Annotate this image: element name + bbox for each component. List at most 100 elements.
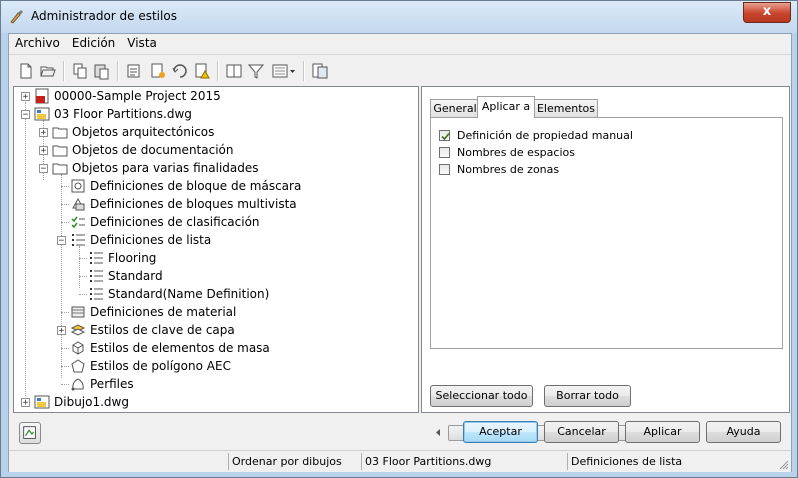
menu-vista[interactable]: Vista [121, 34, 163, 50]
properties-pane: General Aplicar a Elementos Definición d… [421, 86, 790, 441]
checkbox-checked[interactable] [439, 130, 450, 141]
classification-icon [71, 216, 85, 229]
checkbox-unchecked[interactable] [439, 164, 450, 175]
tree-connector [61, 312, 69, 313]
cancel-button[interactable]: Cancelar [544, 421, 619, 443]
style-manager-icon [10, 10, 23, 24]
layer-key-icon [70, 324, 86, 336]
toolbar [9, 54, 791, 85]
new-style-icon[interactable] [149, 62, 167, 80]
edit-style-icon[interactable] [171, 62, 189, 80]
copy-icon[interactable] [71, 62, 89, 80]
project-pdf-icon [35, 88, 49, 104]
purge-icon[interactable] [125, 62, 143, 80]
toolbar-separator [303, 61, 305, 81]
folder-open-icon [52, 163, 68, 175]
expand-icon[interactable]: + [39, 146, 48, 156]
menu-edicion[interactable]: Edición [66, 34, 121, 50]
folder-icon [52, 127, 68, 139]
polygon-icon [71, 359, 85, 373]
status-drawing: 03 Floor Partitions.dwg [361, 453, 565, 470]
tab-elementos[interactable]: Elementos [534, 99, 598, 117]
expand-icon[interactable]: + [57, 326, 66, 336]
close-icon: x [762, 4, 772, 19]
filter-icon[interactable] [247, 62, 265, 80]
client-area: Archivo Edición Vista + 00000-Sample Pro… [8, 33, 792, 472]
list-icon [90, 270, 103, 282]
tree-item-classification-definitions[interactable]: Definiciones de clasificación [14, 213, 414, 231]
collapse-icon[interactable]: − [57, 236, 66, 246]
warning-style-icon[interactable] [193, 62, 211, 80]
tree-connector [79, 276, 87, 277]
open-icon[interactable] [39, 62, 57, 80]
help-button[interactable]: Ayuda [706, 421, 781, 443]
window-title: Administrador de estilos [31, 9, 177, 23]
material-icon [71, 306, 85, 318]
mask-block-icon [71, 179, 85, 193]
collapse-icon[interactable]: − [39, 164, 48, 174]
tree-item-project[interactable]: + 00000-Sample Project 2015 [14, 87, 414, 105]
view-dropdown-icon[interactable] [271, 62, 297, 80]
title-bar[interactable]: Administrador de estilos x [1, 1, 797, 33]
tree-item-standard[interactable]: Standard [14, 267, 414, 285]
ok-button[interactable]: Aceptar [463, 421, 538, 443]
tree-item-floor-partitions[interactable]: − 03 Floor Partitions.dwg [14, 105, 414, 123]
tree-connector [61, 384, 69, 385]
tree-connector [79, 258, 87, 259]
tree-connector [79, 294, 87, 295]
toolbar-separator [217, 61, 219, 81]
tree-item-standard-name-definition[interactable]: Standard(Name Definition) [14, 285, 414, 303]
tree-item-dibujo1[interactable]: + Dibujo1.dwg [14, 393, 414, 411]
new-icon[interactable] [17, 62, 35, 80]
tree-item-multiview-block-definitions[interactable]: Definiciones de bloques multivista [14, 195, 414, 213]
apply-to-panel: Definición de propiedad manual Nombres d… [430, 117, 783, 349]
tree-connector [61, 222, 69, 223]
style-manager-window: Administrador de estilos x Archivo Edició… [0, 0, 798, 478]
folder-icon [52, 145, 68, 157]
tree-item-list-definitions[interactable]: − Definiciones de lista [14, 231, 414, 249]
tree-item-profiles[interactable]: Perfiles [14, 375, 414, 393]
apply-button[interactable]: Aplicar [625, 421, 700, 443]
collapse-icon[interactable]: − [21, 110, 30, 120]
refresh-icon[interactable] [311, 62, 329, 80]
expand-icon[interactable]: + [21, 92, 30, 102]
list-icon [72, 234, 85, 246]
scroll-left-icon[interactable] [430, 424, 447, 441]
tree-item-mask-block-definitions[interactable]: Definiciones de bloque de máscara [14, 177, 414, 195]
multiview-block-icon [72, 197, 85, 211]
tree-item-architectural-objects[interactable]: + Objetos arquitectónicos [14, 123, 414, 141]
style-tree[interactable]: + 00000-Sample Project 2015 − 03 Floor P… [13, 86, 419, 413]
viewer-icon [23, 426, 36, 439]
tree-item-mass-element-styles[interactable]: Estilos de elementos de masa [14, 339, 414, 357]
menu-bar: Archivo Edición Vista [9, 34, 791, 52]
tree-item-material-definitions[interactable]: Definiciones de material [14, 303, 414, 321]
mass-element-icon [72, 341, 84, 355]
tree-connector [61, 366, 69, 367]
select-all-button[interactable]: Seleccionar todo [430, 385, 533, 407]
tab-general[interactable]: General [430, 99, 480, 117]
toolbar-separator [117, 61, 119, 81]
expand-icon[interactable]: + [21, 398, 30, 408]
tree-item-flooring[interactable]: Flooring [14, 249, 414, 267]
check-icon [441, 132, 450, 141]
tree-item-documentation-objects[interactable]: + Objetos de documentación [14, 141, 414, 159]
tab-aplicar-a[interactable]: Aplicar a [477, 96, 535, 118]
tree-item-layer-key-styles[interactable]: + Estilos de clave de capa [14, 321, 414, 339]
tree-connector [61, 204, 69, 205]
status-sort: Ordenar por dibujos [228, 453, 360, 470]
duplicate-icon[interactable] [225, 62, 243, 80]
tree-item-aec-polygon-styles[interactable]: Estilos de polígono AEC [14, 357, 414, 375]
resize-grip-icon[interactable] [777, 458, 789, 470]
checkbox-unchecked[interactable] [439, 147, 450, 158]
drawing-icon [34, 107, 50, 121]
status-section: Definiciones de lista [567, 453, 771, 470]
paste-icon[interactable] [93, 62, 111, 80]
menu-archivo[interactable]: Archivo [9, 34, 66, 50]
close-button[interactable]: x [743, 2, 791, 23]
clear-all-button[interactable]: Borrar todo [544, 385, 631, 407]
tree-item-multipurpose-objects[interactable]: − Objetos para varias finalidades [14, 159, 414, 177]
tree-connector [61, 348, 69, 349]
expand-icon[interactable]: + [39, 128, 48, 138]
status-bar: Ordenar por dibujos 03 Floor Partitions.… [9, 450, 791, 472]
toggle-viewer-button[interactable] [19, 422, 41, 444]
